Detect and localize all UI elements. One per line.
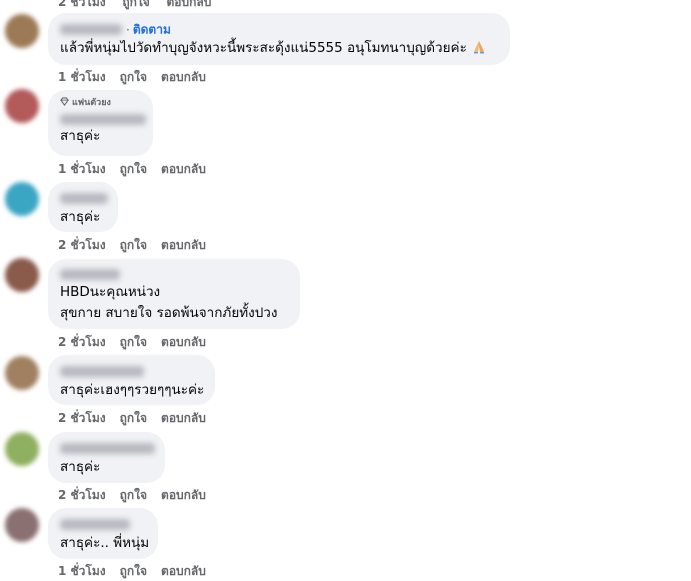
like-button[interactable]: ถูกใจ — [122, 0, 149, 9]
comment-bubble: สาธุค่ะ — [48, 432, 165, 483]
comment-text: HBDนะคุณหน่วง สุขกาย สบายใจ รอดพ้นจากภัย… — [60, 284, 278, 321]
comment-actions: 2 ชั่วโมง ถูกใจ ตอบกลับ — [58, 236, 220, 255]
timestamp[interactable]: 2 ชั่วโมง — [58, 486, 106, 505]
separator-dot: · — [126, 22, 130, 37]
reply-button[interactable]: ตอบกลับ — [161, 68, 206, 87]
comment-text: สาธุค่ะ — [60, 128, 101, 144]
comment-text: สาธุค่ะ — [60, 459, 101, 475]
like-button[interactable]: ถูกใจ — [120, 486, 147, 505]
avatar[interactable] — [5, 258, 39, 292]
comment-header — [60, 362, 203, 380]
comment-actions: 1 ชั่วโมง ถูกใจ ตอบกลับ — [58, 68, 220, 87]
timestamp[interactable]: 1 ชั่วโมง — [58, 68, 106, 87]
like-button[interactable]: ถูกใจ — [120, 236, 147, 255]
reply-button[interactable]: ตอบกลับ — [161, 486, 206, 505]
comment-text: สาธุค่ะเฮงๆๆรวยๆๆนะค่ะ — [60, 382, 205, 398]
reply-button[interactable]: ตอบกลับ — [161, 333, 206, 352]
author-name[interactable] — [60, 24, 122, 35]
comment-bubble: · ติดตาม แล้วพี่หนุ่มไปวัดทำบุญจังหวะนี้พ… — [48, 13, 510, 65]
top-fan-badge: แฟนตัวยง — [60, 97, 141, 110]
author-name[interactable] — [60, 519, 130, 530]
comment-actions: 1 ชั่วโมง ถูกใจ ตอบกลับ — [58, 562, 220, 581]
reply-button[interactable]: ตอบกลับ — [161, 409, 206, 428]
avatar[interactable] — [5, 89, 39, 123]
author-name[interactable] — [60, 366, 144, 377]
reply-button[interactable]: ตอบกลับ — [161, 562, 206, 581]
comment-text: แล้วพี่หนุ่มไปวัดทำบุญจังหวะนี้พระสะดุ้ง… — [60, 38, 498, 59]
comment-bubble: สาธุค่ะเฮงๆๆรวยๆๆนะค่ะ — [48, 355, 215, 405]
comment-text: สาธุค่ะ.. พี่หนุ่ม — [60, 535, 150, 551]
comment-header — [60, 112, 146, 126]
avatar[interactable] — [5, 14, 39, 48]
like-button[interactable]: ถูกใจ — [120, 562, 147, 581]
like-button[interactable]: ถูกใจ — [120, 409, 147, 428]
comment-bubble: แฟนตัวยง สาธุค่ะ — [48, 90, 153, 156]
timestamp[interactable]: 2 ชั่วโมง — [58, 0, 106, 9]
reply-button[interactable]: ตอบกลับ — [161, 236, 206, 255]
timestamp[interactable]: 1 ชั่วโมง — [58, 160, 106, 179]
timestamp[interactable]: 2 ชั่วโมง — [58, 409, 106, 428]
avatar[interactable] — [5, 508, 39, 542]
comment-bubble: สาธุค่ะ — [48, 182, 118, 232]
comment-header — [60, 439, 155, 457]
comment-bubble: HBDนะคุณหน่วง สุขกาย สบายใจ รอดพ้นจากภัย… — [48, 259, 300, 329]
comment-actions: 1 ชั่วโมง ถูกใจ ตอบกลับ — [58, 160, 220, 179]
timestamp[interactable]: 1 ชั่วโมง — [58, 562, 106, 581]
avatar[interactable] — [5, 356, 39, 390]
like-button[interactable]: ถูกใจ — [120, 160, 147, 179]
follow-button[interactable]: ติดตาม — [133, 23, 171, 37]
comment-header — [60, 189, 108, 207]
author-name[interactable] — [60, 193, 108, 204]
author-name[interactable] — [60, 114, 146, 125]
avatar[interactable] — [5, 182, 39, 216]
reply-button[interactable]: ตอบกลับ — [161, 160, 206, 179]
comment-header — [60, 266, 288, 282]
comment-actions: 2 ชั่วโมง ถูกใจ ตอบกลับ — [58, 409, 220, 428]
like-button[interactable]: ถูกใจ — [120, 333, 147, 352]
comment-text: สาธุค่ะ — [60, 209, 101, 225]
comment-actions: 2 ชั่วโมง ถูกใจ ตอบกลับ — [58, 486, 220, 505]
comment-header — [60, 515, 146, 533]
avatar[interactable] — [5, 432, 39, 466]
comment-bubble: สาธุค่ะ.. พี่หนุ่ม — [48, 508, 158, 559]
reply-button[interactable]: ตอบกลับ — [166, 0, 211, 9]
author-name[interactable] — [60, 443, 155, 454]
diamond-icon — [60, 97, 69, 106]
timestamp[interactable]: 2 ชั่วโมง — [58, 236, 106, 255]
author-name[interactable] — [60, 269, 120, 280]
comment-actions: 2 ชั่วโมง ถูกใจ ตอบกลับ — [58, 333, 220, 352]
folded-hands-emoji — [474, 41, 485, 54]
previous-comment-actions: 2 ชั่วโมง ถูกใจ ตอบกลับ — [58, 0, 211, 12]
comment-header: · ติดตาม — [60, 20, 498, 38]
timestamp[interactable]: 2 ชั่วโมง — [58, 333, 106, 352]
like-button[interactable]: ถูกใจ — [120, 68, 147, 87]
